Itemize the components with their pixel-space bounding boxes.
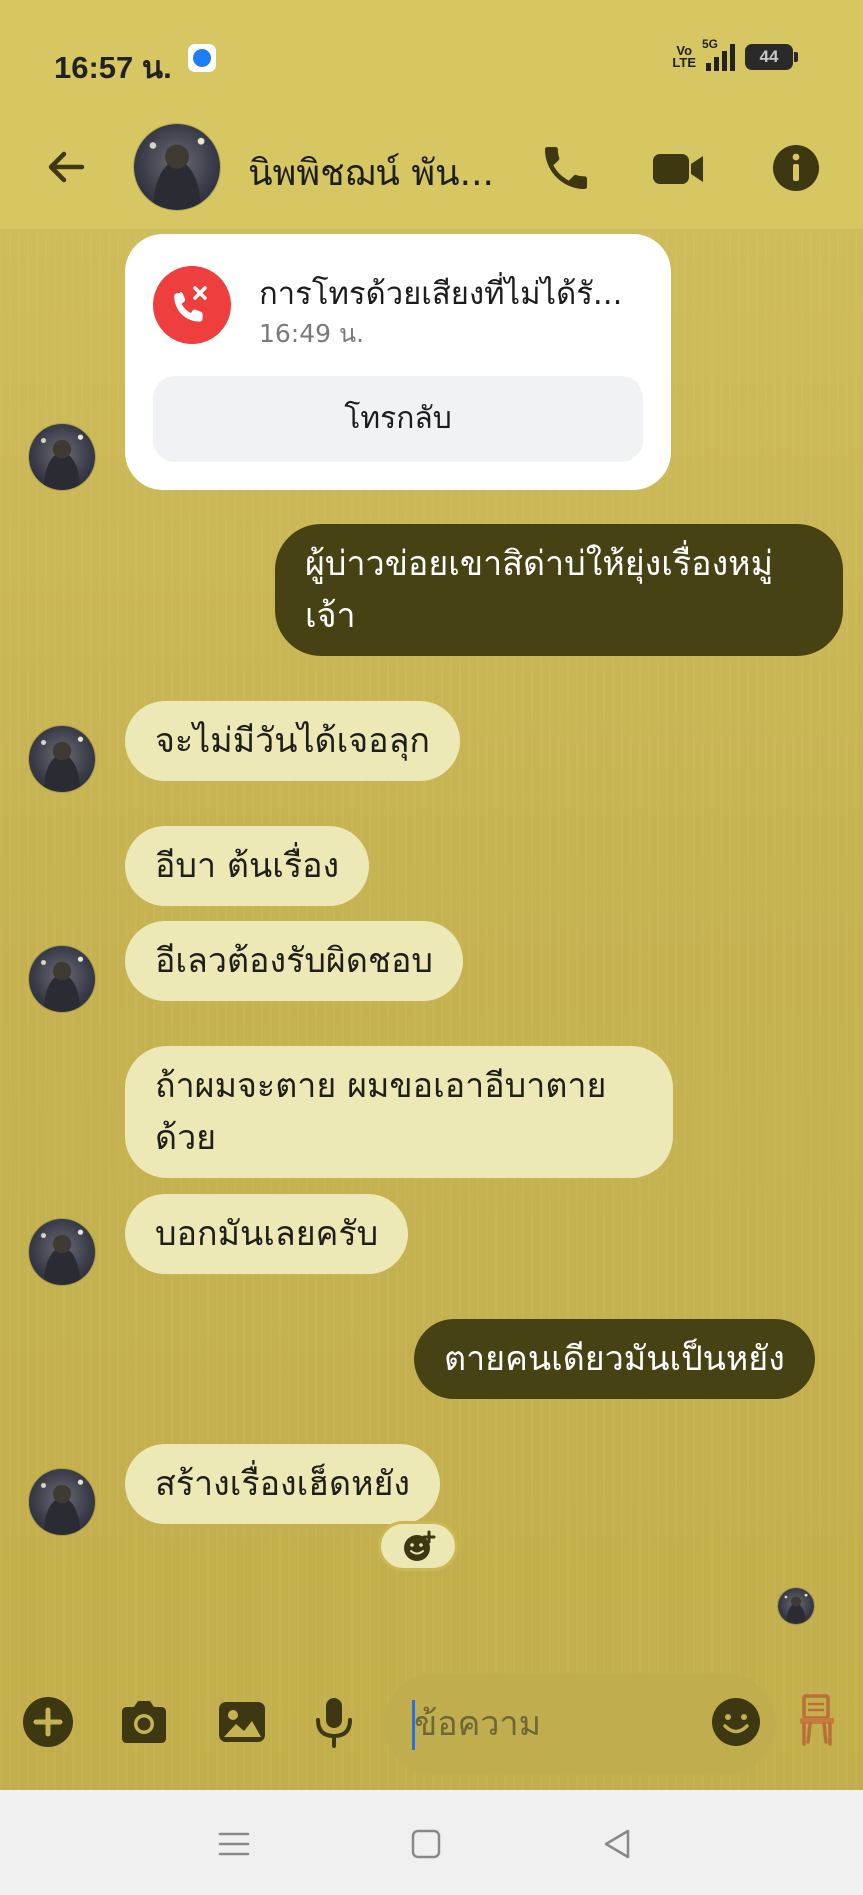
emoji-icon — [712, 1698, 760, 1746]
system-back-button[interactable] — [596, 1822, 640, 1866]
video-camera-icon — [653, 154, 703, 184]
system-navigation-bar — [0, 1790, 863, 1895]
add-reaction-icon — [404, 1530, 436, 1561]
status-indicators: Vo LTE 5G 44 — [672, 37, 798, 74]
message-bubble-incoming[interactable]: สร้างเรื่องเฮ็ดหยัง — [125, 1444, 440, 1524]
video-call-button[interactable] — [650, 140, 706, 196]
message-bubble-outgoing[interactable]: ผู้บ่าวข่อยเขาสิด่าบ่ให้ยุ่งเรื่องหมู่ เ… — [275, 524, 843, 656]
info-icon — [773, 145, 819, 191]
message-text: จะไม่มีวันได้เจอลุก — [155, 721, 431, 761]
recent-apps-button[interactable] — [212, 1822, 256, 1866]
home-square-icon — [411, 1829, 441, 1859]
status-bar: 16:57 น. Vo LTE 5G 44 — [0, 0, 863, 118]
camera-icon — [122, 1701, 166, 1743]
plus-icon — [23, 1697, 73, 1747]
message-line: ผู้บ่าวข่อยเขาสิด่าบ่ให้ยุ่งเรื่องหมู่ — [305, 544, 773, 584]
missed-call-icon — [153, 266, 231, 344]
message-composer — [0, 1660, 863, 1788]
microphone-icon — [316, 1698, 352, 1748]
message-text: อีเลวต้องรับผิดชอบ — [155, 941, 433, 981]
status-time: 16:57 น. — [54, 50, 172, 85]
message-line: ด้วย — [155, 1118, 217, 1158]
home-button[interactable] — [404, 1822, 448, 1866]
seen-indicator-avatar — [778, 1588, 814, 1624]
voice-message-button[interactable] — [306, 1694, 362, 1750]
battery-icon: 44 — [745, 44, 798, 70]
message-bubble-outgoing[interactable]: ตายคนเดียวมันเป็นหยัง — [414, 1319, 815, 1399]
message-bubble-incoming[interactable]: จะไม่มีวันได้เจอลุก — [125, 701, 461, 781]
info-button[interactable] — [768, 140, 824, 196]
back-arrow-icon — [48, 151, 85, 183]
emoji-button[interactable] — [708, 1694, 764, 1750]
back-triangle-icon — [604, 1829, 630, 1859]
sender-avatar[interactable] — [29, 1219, 95, 1285]
message-bubble-incoming[interactable]: อีบา ต้นเรื่อง — [125, 826, 370, 906]
sender-avatar[interactable] — [29, 726, 95, 792]
call-back-button[interactable]: โทรกลับ — [153, 376, 643, 462]
sender-avatar[interactable] — [29, 424, 95, 490]
message-bubble-incoming[interactable]: บอกมันเลยครับ — [125, 1194, 409, 1274]
missed-call-title: การโทรด้วยเสียงที่ไม่ได้รั... — [259, 276, 623, 312]
menu-icon — [218, 1832, 250, 1856]
message-bubble-incoming[interactable]: ถ้าผมจะตาย ผมขอเอาอีบาตาย ด้วย — [125, 1046, 673, 1178]
chat-screen: 16:57 น. Vo LTE 5G 44 นิพพิชฌน์ พัน... ก… — [0, 0, 863, 1895]
sender-avatar[interactable] — [29, 946, 95, 1012]
more-actions-button[interactable] — [20, 1694, 76, 1750]
gallery-icon — [219, 1702, 265, 1742]
phone-icon — [545, 147, 587, 189]
signal-icon: 5G — [702, 37, 735, 71]
missed-call-card: การโทรด้วยเสียงที่ไม่ได้รั... 16:49 น. โ… — [125, 234, 671, 490]
missed-call-time: 16:49 น. — [259, 319, 365, 348]
text-cursor — [412, 1700, 415, 1750]
message-text: ตายคนเดียวมันเป็นหยัง — [444, 1339, 785, 1379]
contact-name[interactable]: นิพพิชฌน์ พัน... — [248, 144, 494, 201]
message-text: อีบา ต้นเรื่อง — [155, 846, 340, 886]
volte-icon: Vo LTE — [672, 43, 696, 70]
sender-avatar[interactable] — [29, 1469, 95, 1535]
message-bubble-incoming[interactable]: อีเลวต้องรับผิดชอบ — [125, 921, 463, 1001]
camera-button[interactable] — [116, 1694, 172, 1750]
gallery-button[interactable] — [214, 1694, 270, 1750]
chair-icon[interactable] — [794, 1692, 842, 1748]
message-text: สร้างเรื่องเฮ็ดหยัง — [155, 1464, 410, 1504]
message-line: ถ้าผมจะตาย ผมขอเอาอีบาตาย — [155, 1066, 607, 1106]
voice-call-button[interactable] — [538, 140, 594, 196]
message-text: บอกมันเลยครับ — [155, 1214, 379, 1254]
message-line: เจ้า — [305, 596, 356, 636]
network-type: 5G — [702, 37, 719, 51]
chat-header: นิพพิชฌน์ พัน... — [0, 118, 863, 230]
add-reaction-button[interactable] — [378, 1521, 458, 1571]
back-button[interactable] — [42, 142, 92, 192]
messenger-notification-icon — [188, 44, 216, 72]
contact-avatar[interactable] — [134, 124, 220, 210]
